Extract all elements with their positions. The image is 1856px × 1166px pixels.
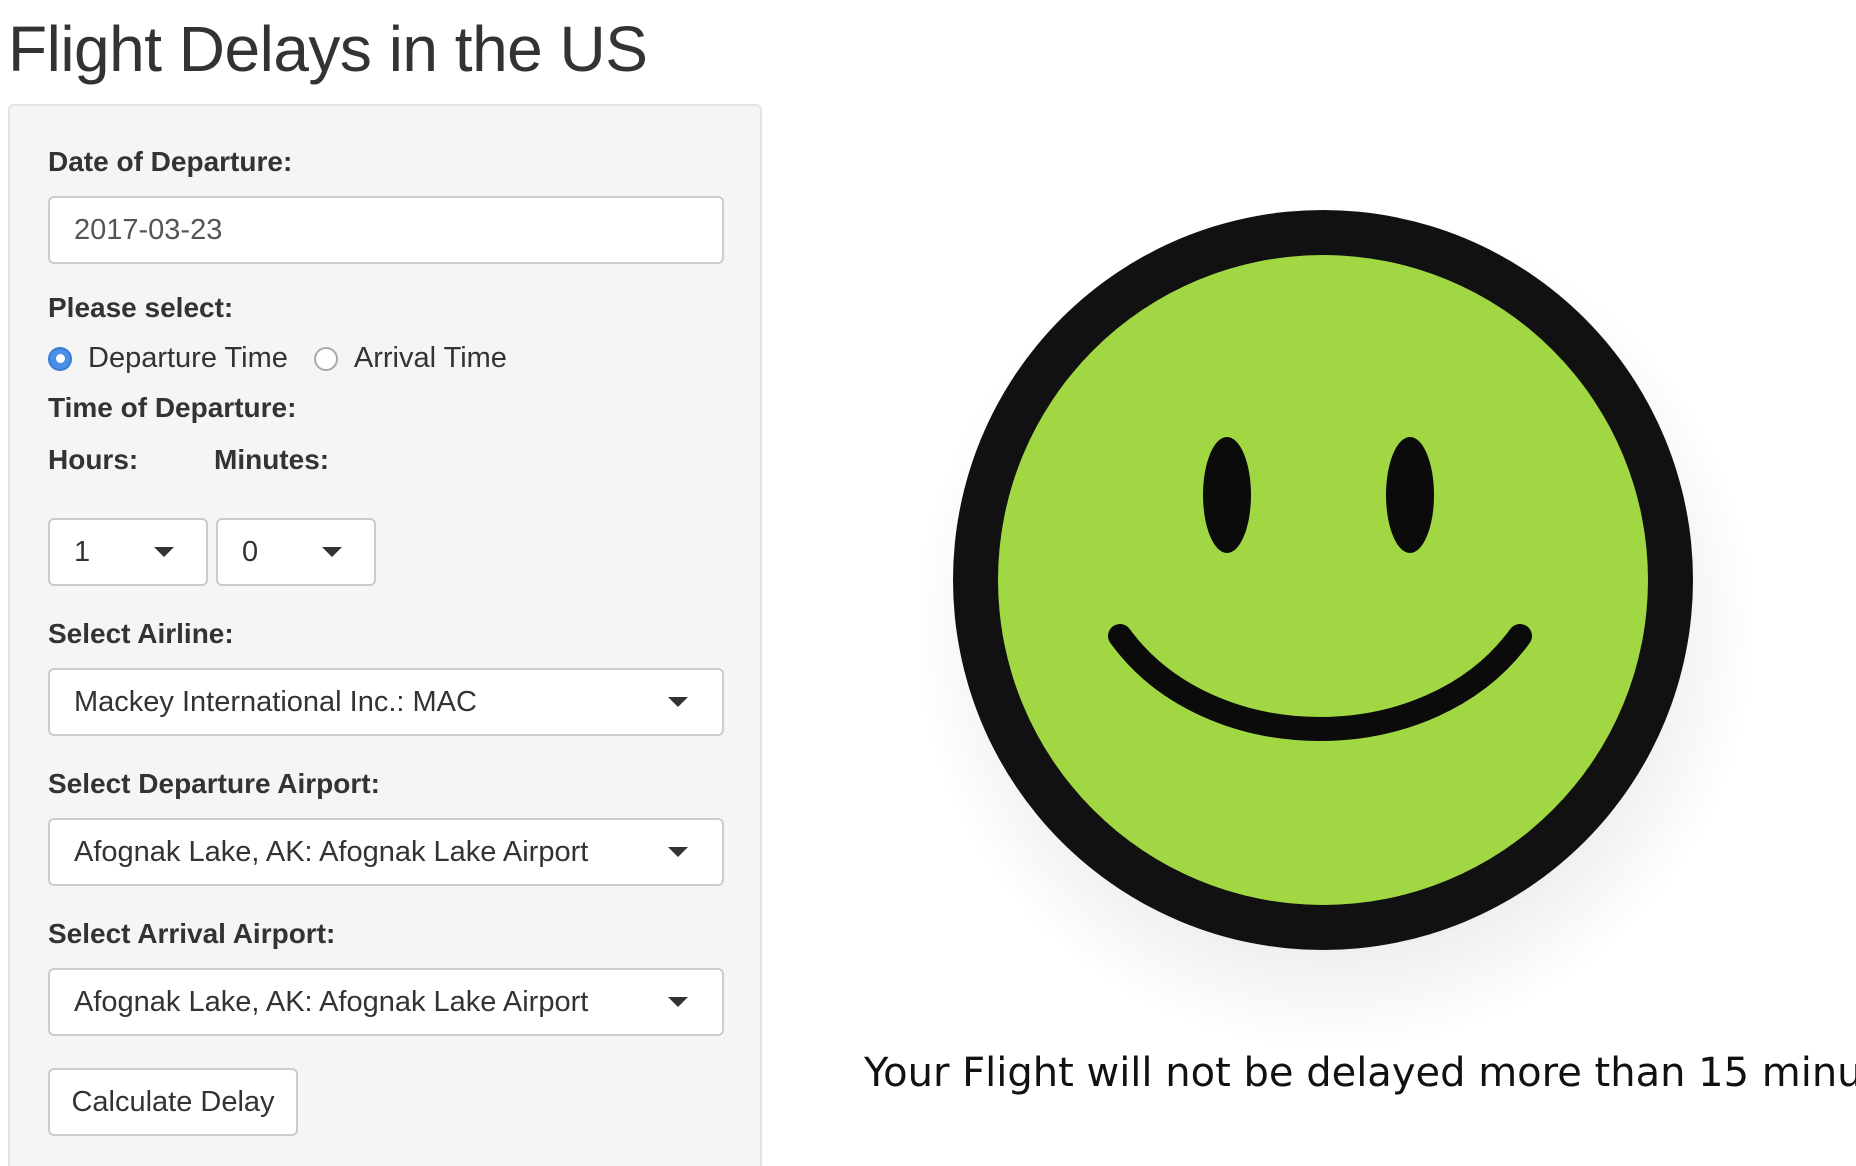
- smiley-left-eye: [1203, 437, 1251, 553]
- calculate-delay-button[interactable]: Calculate Delay: [48, 1068, 298, 1136]
- chevron-down-icon: [322, 547, 342, 557]
- chevron-down-icon: [668, 997, 688, 1007]
- radio-selected-dot: [55, 354, 65, 363]
- airline-select[interactable]: Mackey International Inc.: MAC: [48, 668, 724, 736]
- hours-label: Hours:: [48, 444, 139, 475]
- delay-result-message: Your Flight will not be delayed more tha…: [864, 1050, 1856, 1096]
- chevron-down-icon: [668, 697, 688, 707]
- minutes-select[interactable]: 0: [216, 518, 376, 586]
- smiley-face-fill: [998, 255, 1648, 905]
- smiley-right-eye: [1386, 437, 1434, 553]
- minutes-label: Minutes:: [214, 444, 330, 475]
- arrival-time-radio[interactable]: [313, 346, 338, 371]
- date-of-departure-label: Date of Departure:: [48, 146, 293, 177]
- arrival-time-radio-label[interactable]: Arrival Time: [354, 342, 507, 375]
- time-of-departure-label: Time of Departure:: [48, 392, 297, 423]
- select-airline-label: Select Airline:: [48, 618, 234, 649]
- hours-select[interactable]: 1: [48, 518, 208, 586]
- departure-airport-select-value: Afognak Lake, AK: Afognak Lake Airport: [74, 835, 589, 868]
- time-type-radio-group: Departure Time Arrival Time: [48, 342, 507, 375]
- smiley-face-icon: [915, 200, 1780, 1060]
- minutes-select-value: 0: [242, 535, 259, 568]
- hours-select-value: 1: [74, 535, 91, 568]
- smiley-face-graphic: [915, 210, 1755, 1050]
- chevron-down-icon: [668, 847, 688, 857]
- chevron-down-icon: [154, 547, 174, 557]
- arrival-airport-select-value: Afognak Lake, AK: Afognak Lake Airport: [74, 985, 589, 1018]
- departure-airport-select[interactable]: Afognak Lake, AK: Afognak Lake Airport: [48, 818, 724, 886]
- airline-select-value: Mackey International Inc.: MAC: [74, 685, 477, 718]
- select-departure-airport-label: Select Departure Airport:: [48, 768, 380, 799]
- select-arrival-airport-label: Select Arrival Airport:: [48, 918, 336, 949]
- departure-time-radio-label[interactable]: Departure Time: [88, 342, 288, 375]
- page-title: Flight Delays in the US: [8, 13, 648, 85]
- date-of-departure-input[interactable]: 2017-03-23: [48, 196, 724, 264]
- please-select-label: Please select:: [48, 292, 234, 323]
- date-of-departure-value: 2017-03-23: [74, 213, 223, 246]
- arrival-airport-select[interactable]: Afognak Lake, AK: Afognak Lake Airport: [48, 968, 724, 1036]
- sidebar-panel: Date of Departure: 2017-03-23 Please sel…: [8, 104, 762, 1166]
- departure-time-radio[interactable]: [48, 346, 72, 371]
